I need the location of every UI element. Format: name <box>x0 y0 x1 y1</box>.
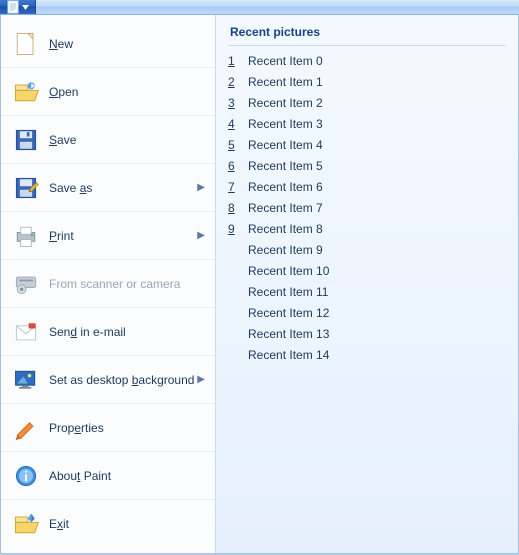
recent-item-label: Recent Item 11 <box>248 285 328 299</box>
recent-item-number: 5 <box>228 138 244 152</box>
menu-item-open[interactable]: Open <box>1 68 215 116</box>
menu-item-label: Send in e-mail <box>49 325 126 339</box>
scanner-icon <box>9 267 43 301</box>
recent-item-label: Recent Item 2 <box>248 96 323 110</box>
menu-item-wallpaper[interactable]: Set as desktop background▶ <box>1 356 215 404</box>
properties-icon <box>9 411 43 445</box>
recent-item-label: Recent Item 12 <box>248 306 329 320</box>
save-icon <box>9 123 43 157</box>
recent-item[interactable]: Recent Item 14 <box>228 344 506 365</box>
menu-item-label: New <box>49 37 73 51</box>
menu-item-print[interactable]: Print ▶ <box>1 212 215 260</box>
recent-item-number: 2 <box>228 75 244 89</box>
recent-item[interactable]: 6 Recent Item 5 <box>228 155 506 176</box>
document-icon <box>7 0 19 14</box>
recent-item[interactable]: 4 Recent Item 3 <box>228 113 506 134</box>
recent-item[interactable]: 5 Recent Item 4 <box>228 134 506 155</box>
menu-item-scanner: From scanner or camera <box>1 260 215 308</box>
recent-item-label: Recent Item 14 <box>248 348 329 362</box>
about-icon <box>9 459 43 493</box>
menu-item-exit[interactable]: Exit <box>1 500 215 548</box>
recent-item-number: 3 <box>228 96 244 110</box>
wallpaper-icon <box>9 363 43 397</box>
recent-panel: Recent pictures 1 Recent Item 0 2 Recent It… <box>216 15 518 553</box>
recent-item[interactable]: Recent Item 9 <box>228 239 506 260</box>
menu-item-label: About Paint <box>49 469 111 483</box>
new-icon <box>9 27 43 61</box>
recent-item[interactable]: Recent Item 11 <box>228 281 506 302</box>
menu-item-new[interactable]: New <box>1 20 215 68</box>
menu-item-label: Properties <box>49 421 104 435</box>
recent-item[interactable]: Recent Item 12 <box>228 302 506 323</box>
recent-item-label: Recent Item 9 <box>248 243 323 257</box>
menu-item-label: Save as <box>49 181 92 195</box>
menu-item-properties[interactable]: Properties <box>1 404 215 452</box>
menu-item-save[interactable]: Save <box>1 116 215 164</box>
recent-item-label: Recent Item 6 <box>248 180 323 194</box>
app-menu-button[interactable] <box>0 0 36 14</box>
menu-item-label: Save <box>49 133 76 147</box>
recent-item[interactable]: 2 Recent Item 1 <box>228 71 506 92</box>
recent-item[interactable]: 9 Recent Item 8 <box>228 218 506 239</box>
saveas-icon <box>9 171 43 205</box>
recent-header: Recent pictures <box>228 23 506 46</box>
recent-item-label: Recent Item 4 <box>248 138 323 152</box>
menu-item-email[interactable]: Send in e-mail <box>1 308 215 356</box>
title-bar <box>0 0 519 15</box>
menu-item-label: From scanner or camera <box>49 277 180 291</box>
recent-item[interactable]: 7 Recent Item 6 <box>228 176 506 197</box>
recent-item[interactable]: Recent Item 13 <box>228 323 506 344</box>
recent-item-label: Recent Item 5 <box>248 159 323 173</box>
recent-item-label: Recent Item 7 <box>248 201 323 215</box>
menu-item-label: Exit <box>49 517 69 531</box>
recent-item-label: Recent Item 3 <box>248 117 323 131</box>
menu-item-label: Set as desktop background <box>49 373 194 387</box>
recent-item-label: Recent Item 10 <box>248 264 329 278</box>
recent-item-label: Recent Item 13 <box>248 327 329 341</box>
print-icon <box>9 219 43 253</box>
submenu-arrow-icon: ▶ <box>197 230 205 241</box>
chevron-down-icon <box>22 5 29 10</box>
recent-item[interactable]: Recent Item 10 <box>228 260 506 281</box>
open-icon <box>9 75 43 109</box>
exit-icon <box>9 507 43 541</box>
menu-item-label: Print <box>49 229 74 243</box>
menu-item-saveas[interactable]: Save as ▶ <box>1 164 215 212</box>
recent-item-number: 4 <box>228 117 244 131</box>
submenu-arrow-icon: ▶ <box>197 182 205 193</box>
recent-item-label: Recent Item 8 <box>248 222 323 236</box>
recent-item[interactable]: 8 Recent Item 7 <box>228 197 506 218</box>
menu-item-about[interactable]: About Paint <box>1 452 215 500</box>
submenu-arrow-icon: ▶ <box>197 374 205 385</box>
recent-item-label: Recent Item 1 <box>248 75 323 89</box>
email-icon <box>9 315 43 349</box>
recent-item-number: 8 <box>228 201 244 215</box>
recent-item[interactable]: 3 Recent Item 2 <box>228 92 506 113</box>
recent-item-number: 9 <box>228 222 244 236</box>
recent-item-label: Recent Item 0 <box>248 54 323 68</box>
recent-item-number: 6 <box>228 159 244 173</box>
recent-item[interactable]: 1 Recent Item 0 <box>228 50 506 71</box>
recent-list: 1Recent Item 02Recent Item 13Recent Item… <box>228 50 506 365</box>
menu-item-label: Open <box>49 85 78 99</box>
menu-commands: New Open Save Save as ▶ Print ▶ From scanner or… <box>1 15 216 553</box>
recent-item-number: 7 <box>228 180 244 194</box>
application-menu: New Open Save Save as ▶ Print ▶ From scanner or… <box>0 15 519 554</box>
recent-item-number: 1 <box>228 54 244 68</box>
